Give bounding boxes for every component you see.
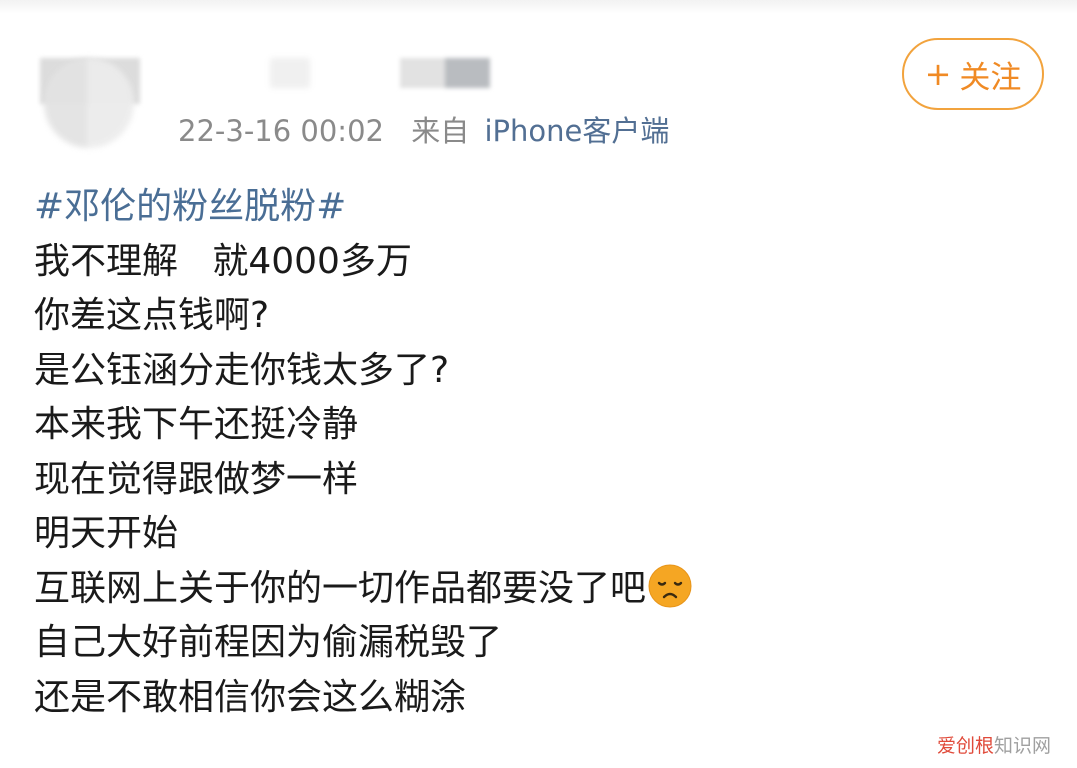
post-line: 互联网上关于你的一切作品都要没了吧 — [34, 567, 647, 609]
watermark: 爱创根知识网 — [937, 731, 1051, 758]
post-line: 你差这点钱啊? — [34, 295, 270, 336]
post-line: 还是不敢相信你会这么糊涂 — [34, 676, 467, 718]
post-line: 是公钰涵分走你钱太多了? — [34, 349, 450, 391]
source-client-link[interactable]: iPhone客户端 — [484, 114, 669, 148]
top-edge-shadow — [0, 0, 1077, 14]
post-line: 现在觉得跟做梦一样 — [34, 458, 359, 500]
post-meta: 22-3-16 00:02 来自 iPhone客户端 — [178, 108, 669, 150]
hashtag-link[interactable]: #邓伦的粉丝脱粉# — [34, 186, 346, 227]
post-line: 明天开始 — [34, 513, 179, 554]
username-blur-left — [270, 58, 310, 88]
post-body: #邓伦的粉丝脱粉# 我不理解 就4000多万 你差这点钱啊? 是公钰涵分走你钱太… — [34, 180, 1034, 725]
post-timestamp: 22-3-16 00:02 — [178, 114, 384, 148]
username-blur[interactable] — [400, 58, 490, 88]
post-line: 本来我下午还挺冷静 — [34, 404, 359, 445]
avatar[interactable] — [44, 58, 134, 148]
post-line: 自己大好前程因为偷漏税毁了 — [34, 622, 503, 663]
follow-button[interactable]: + 关注 — [902, 38, 1044, 110]
post-line: 我不理解 就4000多万 — [34, 240, 412, 282]
watermark-brand: 爱创根 — [936, 735, 994, 757]
sad-face-icon — [648, 564, 692, 608]
plus-icon: + — [924, 55, 952, 93]
follow-label: 关注 — [959, 59, 1022, 96]
watermark-suffix: 知识网 — [993, 735, 1051, 757]
source-prefix: 来自 — [411, 114, 470, 148]
